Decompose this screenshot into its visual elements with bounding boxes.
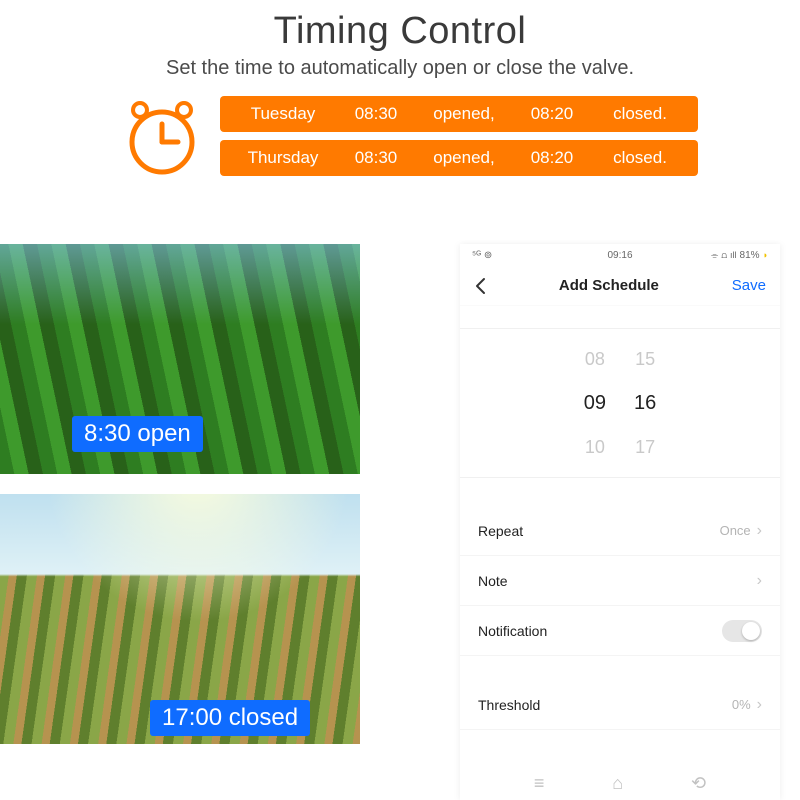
- save-button[interactable]: Save: [732, 277, 766, 294]
- chevron-right-icon: ›: [757, 572, 762, 590]
- hour-option[interactable]: 08: [585, 349, 605, 370]
- caption-close: 17:00 closed: [150, 700, 310, 736]
- field-photo-close: 17:00 closed: [0, 494, 360, 744]
- schedule-open-word: opened,: [424, 104, 504, 124]
- setting-threshold[interactable]: Threshold 0% ›: [460, 680, 780, 730]
- minute-option[interactable]: 17: [635, 437, 655, 458]
- schedule-day: Thursday: [238, 148, 328, 168]
- hour-column[interactable]: 08 09 10: [584, 329, 606, 477]
- battery-icon: ◗: [763, 250, 768, 260]
- status-bar: ⁵ᴳ ⊚ 09:16 ⌯ ⩍ ıll 81% ◗: [460, 244, 780, 266]
- setting-repeat[interactable]: Repeat Once ›: [460, 506, 780, 556]
- android-nav-bar: ≡ ⌂ ⟲: [460, 773, 780, 794]
- status-carrier: ⁵ᴳ ⊚: [472, 250, 492, 261]
- schedule-open-time: 08:30: [346, 148, 406, 168]
- notification-toggle[interactable]: [722, 620, 762, 642]
- android-menu-icon[interactable]: ≡: [534, 773, 545, 794]
- bluetooth-icon: ⌯: [711, 250, 718, 261]
- page-title: Timing Control: [0, 10, 800, 53]
- schedule-close-time: 08:20: [522, 148, 582, 168]
- caption-open: 8:30 open: [72, 416, 203, 452]
- page-subtitle: Set the time to automatically open or cl…: [0, 57, 800, 80]
- clock-icon: [120, 94, 204, 178]
- minute-option[interactable]: 15: [635, 349, 655, 370]
- setting-label: Note: [478, 573, 508, 589]
- setting-label: Threshold: [478, 697, 540, 713]
- schedule-day: Tuesday: [238, 104, 328, 124]
- hour-option-selected[interactable]: 09: [584, 392, 606, 415]
- hour-option[interactable]: 10: [585, 437, 605, 458]
- status-battery: 81%: [740, 250, 760, 261]
- minute-column[interactable]: 15 16 17: [634, 329, 656, 477]
- chevron-right-icon: ›: [757, 696, 762, 714]
- setting-label: Repeat: [478, 523, 523, 539]
- setting-label: Notification: [478, 623, 547, 639]
- android-back-icon[interactable]: ⟲: [691, 773, 706, 794]
- time-picker[interactable]: 08 09 10 15 16 17: [460, 329, 780, 477]
- android-home-icon[interactable]: ⌂: [612, 773, 623, 794]
- setting-value: Once: [720, 523, 751, 538]
- schedule-open-time: 08:30: [346, 104, 406, 124]
- schedule-close-word: closed.: [600, 148, 680, 168]
- field-photo-open: 8:30 open: [0, 244, 360, 474]
- schedule-bar: Thursday 08:30 opened, 08:20 closed.: [220, 140, 698, 176]
- schedule-bar: Tuesday 08:30 opened, 08:20 closed.: [220, 96, 698, 132]
- schedule-close-word: closed.: [600, 104, 680, 124]
- phone-screen: ⁵ᴳ ⊚ 09:16 ⌯ ⩍ ıll 81% ◗ Add Schedule Sa…: [460, 244, 780, 800]
- schedule-open-word: opened,: [424, 148, 504, 168]
- wifi-icon: ⩍: [721, 250, 727, 261]
- setting-notification[interactable]: Notification: [460, 606, 780, 656]
- chevron-right-icon: ›: [757, 522, 762, 540]
- minute-option-selected[interactable]: 16: [634, 392, 656, 415]
- status-time: 09:16: [607, 250, 632, 261]
- signal-icon: ıll: [730, 250, 737, 260]
- nav-title: Add Schedule: [559, 277, 659, 294]
- back-button[interactable]: [474, 277, 486, 295]
- setting-note[interactable]: Note ›: [460, 556, 780, 606]
- schedule-bars: Tuesday 08:30 opened, 08:20 closed. Thur…: [220, 96, 698, 176]
- setting-value: 0%: [732, 697, 751, 712]
- schedule-close-time: 08:20: [522, 104, 582, 124]
